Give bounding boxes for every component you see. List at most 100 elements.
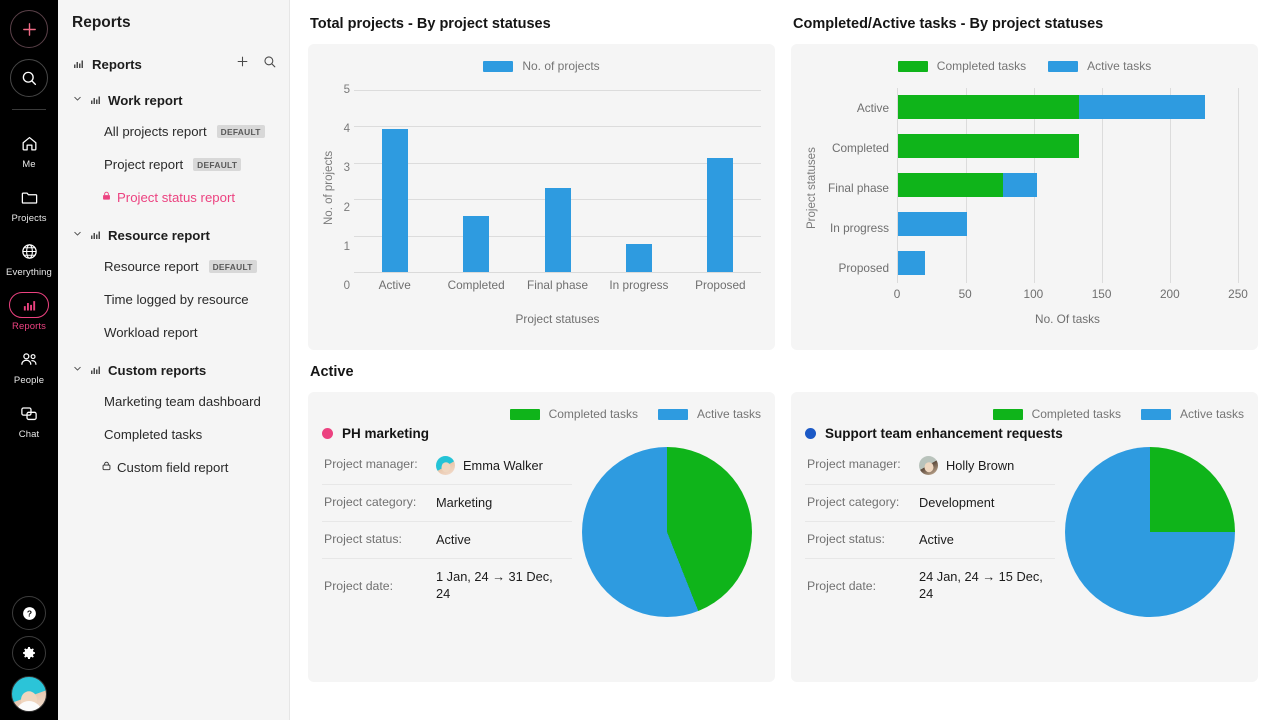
rail-item-me[interactable]: Me: [0, 130, 58, 170]
search-reports-button[interactable]: [262, 54, 277, 74]
chart1-bars: [354, 90, 761, 272]
pie-chart[interactable]: [581, 447, 752, 617]
rail-item-label: Chat: [18, 429, 40, 440]
card2-body: Project manager: Holly Brown Project cat…: [805, 447, 1244, 625]
project-color-dot: [322, 428, 333, 439]
sidebar-item-project-status-report[interactable]: Project status report: [58, 181, 289, 214]
bar-active[interactable]: [381, 129, 408, 272]
globe-icon: [12, 238, 46, 264]
field-value: Active: [919, 532, 954, 547]
legend-item[interactable]: Completed tasks: [509, 407, 638, 421]
legend-item[interactable]: Completed tasks: [992, 407, 1121, 421]
chevron-down-icon[interactable]: [72, 91, 83, 109]
global-nav-rail: Me Projects Everything Reports People Ch…: [0, 0, 58, 720]
x-tick: 100: [1023, 286, 1044, 301]
legend-swatch: [1048, 60, 1079, 72]
sidebar-item-custom-field-report[interactable]: Custom field report: [58, 451, 289, 484]
completed-active-tasks-chart-card: Completed tasks Active tasks Project sta…: [791, 44, 1258, 350]
chevron-down-icon[interactable]: [72, 361, 83, 379]
sidebar-item-label: Project status report: [117, 190, 236, 205]
y-tick: 3: [343, 162, 350, 175]
x-tick: 0: [893, 286, 901, 301]
sidebar-group-resource-report[interactable]: Resource report: [58, 220, 289, 250]
rail-item-people[interactable]: People: [0, 346, 58, 386]
bar-segment-completed-tasks[interactable]: [898, 173, 1003, 198]
bar-segment-active-tasks[interactable]: [1002, 173, 1037, 198]
legend-item[interactable]: Active tasks: [1048, 59, 1151, 73]
bar-segment-completed-tasks[interactable]: [898, 134, 1079, 159]
x-tick: Final phase: [527, 278, 589, 292]
bar-slot: [435, 90, 516, 272]
chevron-down-icon[interactable]: [72, 226, 83, 244]
rail-item-everything[interactable]: Everything: [0, 238, 58, 278]
legend-swatch: [1140, 408, 1171, 420]
card2-header[interactable]: Support team enhancement requests: [805, 426, 1244, 441]
total-projects-panel: Total projects - By project statuses No.…: [308, 14, 775, 350]
y-tick: 4: [343, 123, 350, 136]
search-button[interactable]: [10, 59, 48, 97]
sidebar-item-all-projects-report[interactable]: All projects report DEFAULT: [58, 115, 289, 148]
field-key: Project category:: [324, 495, 417, 509]
bar-final-phase[interactable]: [544, 187, 571, 272]
bar-segment-active-tasks[interactable]: [898, 251, 926, 276]
chart2-plot-area: Project statuses Active Completed Final …: [801, 78, 1248, 326]
sidebar-item-marketing-team-dashboard[interactable]: Marketing team dashboard: [58, 385, 289, 418]
rail-item-chat[interactable]: Chat: [0, 400, 58, 440]
bar-completed[interactable]: [463, 216, 490, 272]
chart1-x-axis-title: Project statuses: [515, 312, 600, 326]
user-avatar[interactable]: [11, 676, 47, 712]
rail-item-projects[interactable]: Projects: [0, 184, 58, 224]
pie-chart[interactable]: [1064, 447, 1235, 617]
add-button[interactable]: [10, 10, 48, 48]
settings-button[interactable]: [12, 636, 46, 670]
bar-in-progress[interactable]: [625, 244, 652, 272]
legend-item[interactable]: Active tasks: [657, 407, 761, 421]
project-name: PH marketing: [342, 426, 430, 441]
legend-item[interactable]: Completed tasks: [897, 59, 1026, 73]
search-icon: [264, 56, 276, 68]
legend-item[interactable]: Active tasks: [1140, 407, 1244, 421]
project-cards-row: Completed tasks Active tasks PH marketin…: [308, 392, 1258, 682]
bar-segment-active-tasks[interactable]: [1078, 95, 1206, 120]
field-row: Project date: 1 Jan, 24 → 31 Dec, 24: [322, 558, 572, 611]
sidebar-group-custom-reports[interactable]: Custom reports: [58, 355, 289, 385]
chat-icon: [12, 400, 46, 426]
card1-header[interactable]: PH marketing: [322, 426, 761, 441]
add-report-button[interactable]: [235, 54, 250, 74]
bar-chart-icon: [89, 229, 102, 241]
rail-item-label: Reports: [12, 321, 46, 332]
project-card-2-col: Completed tasks Active tasks Support tea…: [791, 392, 1258, 682]
legend-swatch: [897, 60, 928, 72]
card1-pie-wrap: [572, 447, 761, 625]
chart1-plot: [354, 90, 761, 273]
bar-segment-active-tasks[interactable]: [898, 212, 968, 237]
sidebar-item-project-report[interactable]: Project report DEFAULT: [58, 148, 289, 181]
y-tick: Proposed: [838, 261, 890, 275]
y-tick: 0: [343, 280, 350, 292]
chart2-legend: Completed tasks Active tasks: [801, 54, 1248, 78]
sidebar-item-resource-report[interactable]: Resource report DEFAULT: [58, 250, 289, 283]
sidebar-item-completed-tasks[interactable]: Completed tasks: [58, 418, 289, 451]
avatar: [919, 456, 938, 475]
people-icon: [12, 346, 46, 372]
legend-label: No. of projects: [522, 59, 600, 73]
bar-slot: [354, 90, 435, 272]
sidebar-root-reports[interactable]: Reports: [58, 51, 289, 77]
y-tick: Completed: [831, 141, 889, 155]
chart2-bars: [898, 88, 1238, 283]
rail-item-label: Me: [22, 159, 36, 170]
sidebar-item-workload-report[interactable]: Workload report: [58, 316, 289, 349]
bar-segment-completed-tasks[interactable]: [898, 95, 1079, 120]
lock-icon: [101, 460, 112, 475]
help-button[interactable]: ?: [12, 596, 46, 630]
home-icon: [12, 130, 46, 156]
sidebar-group-work-report[interactable]: Work report: [58, 85, 289, 115]
x-tick: Proposed: [695, 278, 746, 292]
rail-item-reports[interactable]: Reports: [0, 292, 58, 332]
sidebar-item-time-logged-by-resource[interactable]: Time logged by resource: [58, 283, 289, 316]
x-tick: 50: [958, 286, 972, 301]
sidebar-item-label: Workload report: [104, 325, 198, 340]
bar-proposed[interactable]: [707, 158, 734, 272]
legend-item[interactable]: No. of projects: [483, 59, 600, 73]
card1-fields: Project manager: Emma Walker Project cat…: [322, 447, 572, 625]
